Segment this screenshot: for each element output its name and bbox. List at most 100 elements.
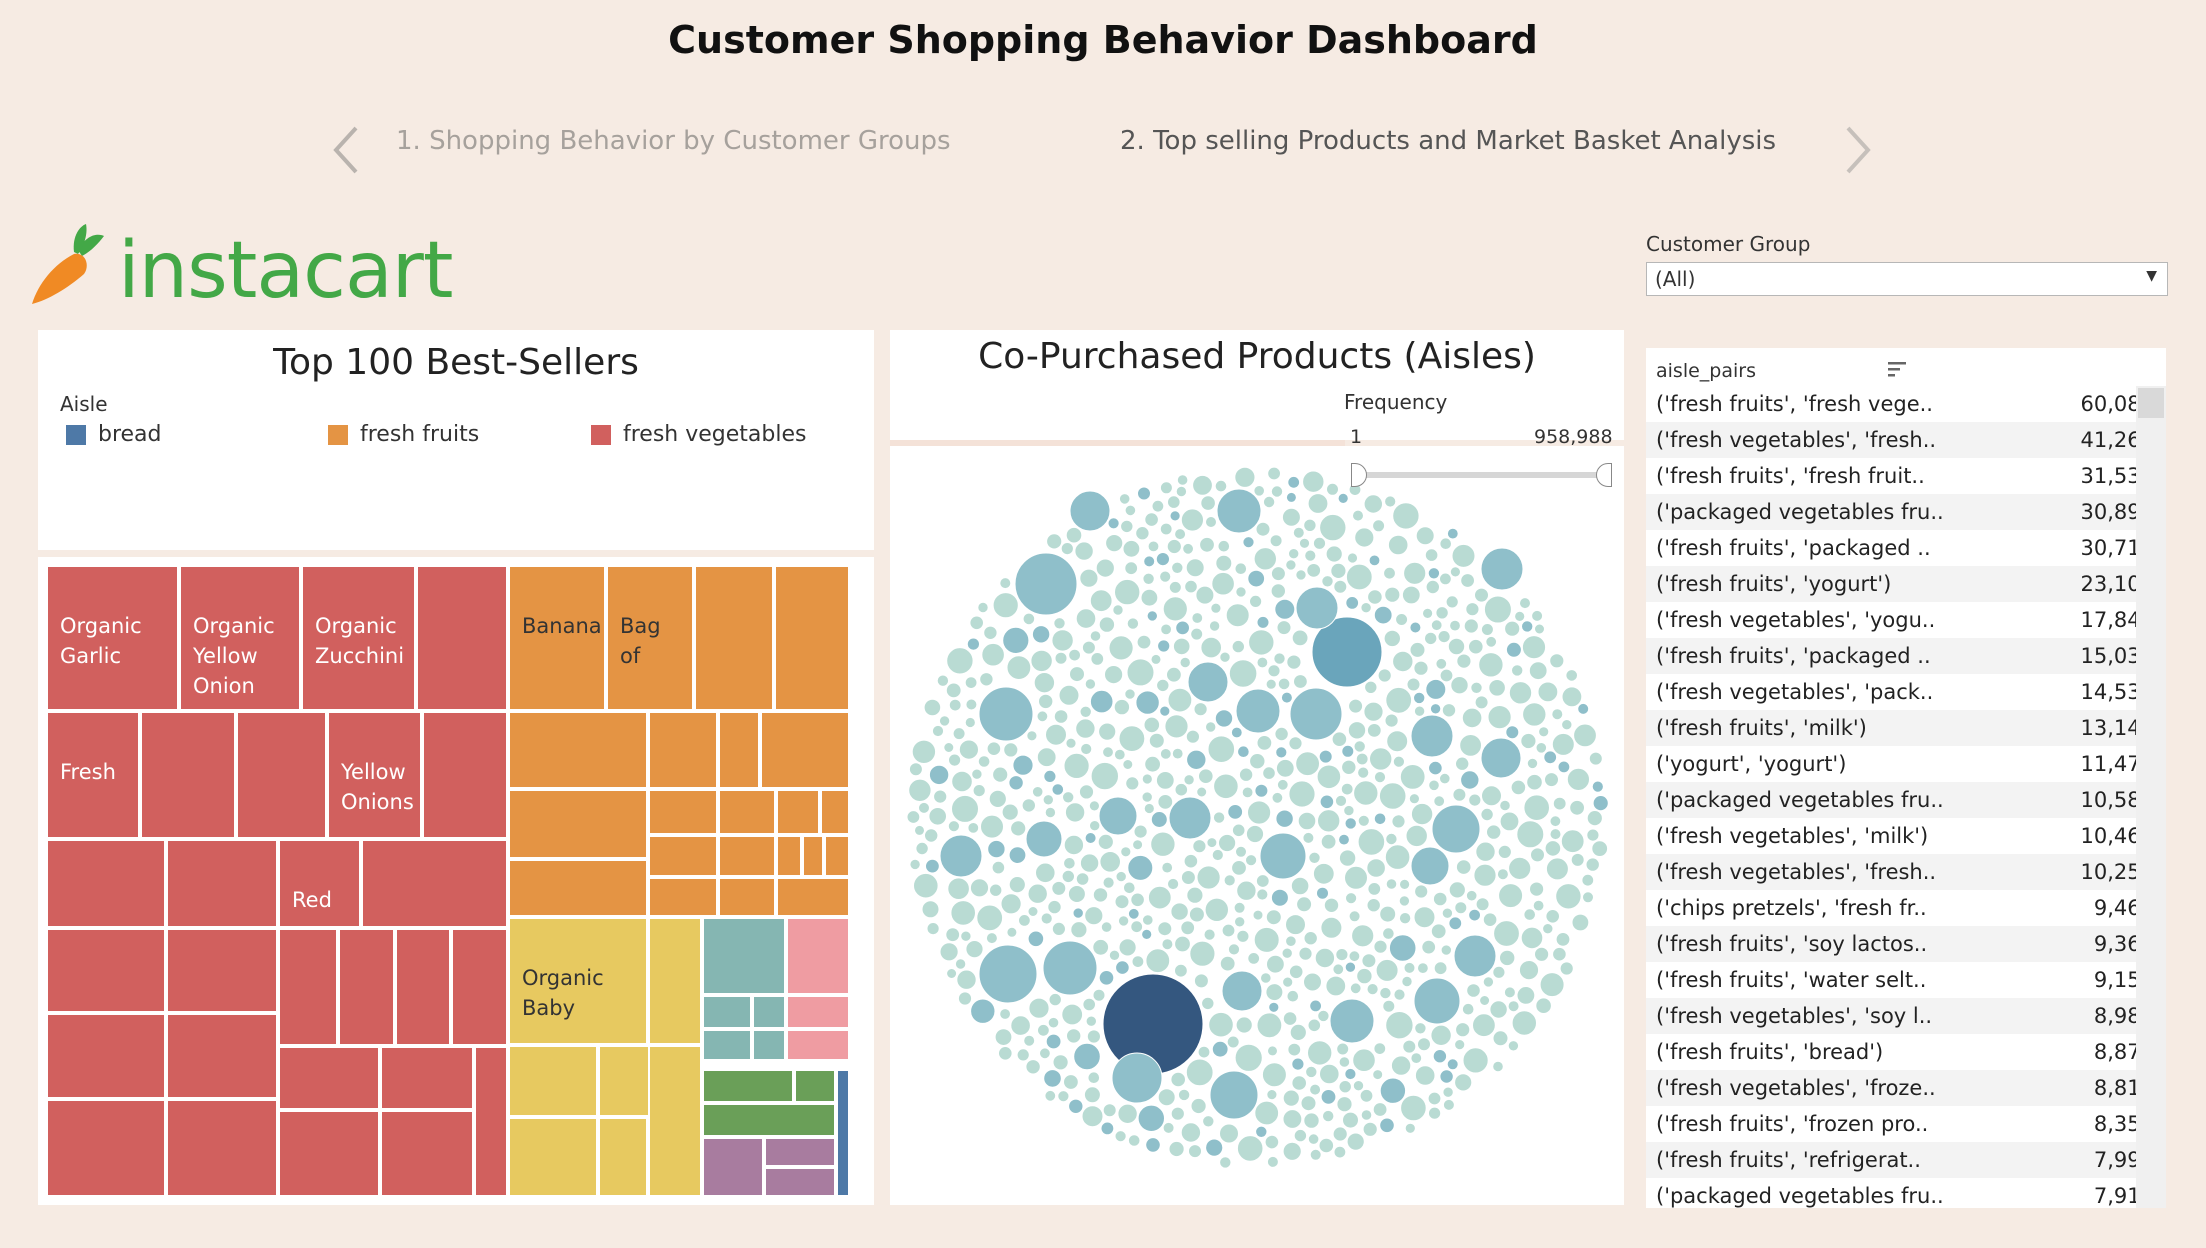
treemap-tile[interactable]: Organic Garlic bbox=[46, 565, 179, 711]
aisle-pair-bubble[interactable] bbox=[1081, 640, 1096, 655]
aisle-pair-bubble[interactable] bbox=[965, 698, 978, 711]
aisle-pair-bubble[interactable] bbox=[1234, 466, 1256, 488]
aisle-pair-bubble[interactable] bbox=[1053, 617, 1066, 630]
aisle-pair-bubble[interactable] bbox=[915, 841, 929, 856]
aisle-pair-bubble[interactable] bbox=[1379, 1077, 1407, 1104]
aisle-pair-bubble[interactable] bbox=[1492, 965, 1506, 979]
aisle-pair-bubble[interactable] bbox=[1247, 952, 1261, 965]
treemap-tile[interactable] bbox=[338, 928, 395, 1046]
aisle-pair-bubble[interactable] bbox=[1387, 534, 1409, 556]
aisle-pair-bubble[interactable] bbox=[1480, 737, 1522, 779]
aisle-pair-bubble[interactable] bbox=[1113, 698, 1131, 716]
aisle-pair-bubble[interactable] bbox=[1432, 891, 1448, 907]
chevron-right-icon[interactable] bbox=[1826, 120, 1886, 180]
aisle-pair-bubble[interactable] bbox=[1122, 539, 1141, 558]
aisle-pair-bubble[interactable] bbox=[1384, 495, 1397, 508]
aisle-pair-bubble[interactable] bbox=[1530, 847, 1545, 863]
aisle-pair-bubble[interactable] bbox=[1235, 586, 1247, 598]
aisle-pair-bubble[interactable] bbox=[1535, 997, 1552, 1015]
aisle-pair-bubble[interactable] bbox=[1442, 1098, 1455, 1111]
table-row[interactable]: ('packaged vegetables fru.. 7,915 bbox=[1646, 1178, 2166, 1208]
aisle-pair-bubble[interactable] bbox=[1332, 1126, 1348, 1142]
aisle-pair-bubble[interactable] bbox=[1148, 732, 1165, 749]
aisle-pair-bubble[interactable] bbox=[1319, 513, 1347, 542]
aisle-pair-bubble[interactable] bbox=[1300, 1095, 1317, 1112]
treemap-tile[interactable] bbox=[718, 877, 776, 917]
aisle-pair-bubble[interactable] bbox=[1369, 747, 1393, 771]
aisle-pair-bubble[interactable] bbox=[1248, 629, 1275, 656]
aisle-pair-bubble[interactable] bbox=[1424, 548, 1439, 562]
aisle-pair-bubble[interactable] bbox=[1529, 881, 1545, 897]
aisle-pair-bubble[interactable] bbox=[1172, 637, 1191, 656]
aisle-pair-bubble[interactable] bbox=[1255, 1125, 1268, 1138]
aisle-pair-bubble[interactable] bbox=[1514, 610, 1526, 622]
aisle-pair-bubble[interactable] bbox=[1392, 755, 1405, 768]
aisle-pair-bubble[interactable] bbox=[1259, 832, 1307, 880]
aisle-pair-bubble[interactable] bbox=[1028, 997, 1050, 1019]
aisle-pair-bubble[interactable] bbox=[1559, 961, 1574, 976]
aisle-pair-bubble[interactable] bbox=[1435, 606, 1449, 620]
sort-icon[interactable] bbox=[1886, 358, 1910, 380]
aisle-pair-bubble[interactable] bbox=[1112, 604, 1124, 616]
aisle-pair-bubble[interactable] bbox=[1205, 721, 1217, 733]
table-row[interactable]: ('fresh fruits', 'soy lactos.. 9,369 bbox=[1646, 926, 2166, 962]
aisle-pair-bubble[interactable] bbox=[1235, 688, 1281, 734]
aisle-pair-bubble[interactable] bbox=[1537, 681, 1559, 703]
aisle-pair-bubble[interactable] bbox=[1141, 791, 1153, 803]
aisle-pair-bubble[interactable] bbox=[1465, 889, 1478, 902]
aisle-pair-bubble[interactable] bbox=[1236, 929, 1250, 943]
aisle-pair-bubble[interactable] bbox=[1210, 602, 1222, 614]
aisle-pair-bubble[interactable] bbox=[1535, 742, 1548, 754]
aisle-pair-bubble[interactable] bbox=[1430, 619, 1443, 632]
aisle-pair-bubble[interactable] bbox=[1174, 963, 1188, 978]
aisle-pair-bubble[interactable] bbox=[1160, 623, 1173, 636]
story-tab-1[interactable]: 1. Shopping Behavior by Customer Groups bbox=[396, 126, 951, 156]
aisle-pair-bubble[interactable] bbox=[1118, 725, 1146, 753]
treemap-tile[interactable] bbox=[508, 1117, 598, 1197]
aisle-pair-bubble[interactable] bbox=[1208, 620, 1221, 632]
aisle-pair-bubble[interactable] bbox=[1488, 679, 1506, 697]
aisle-pair-bubble[interactable] bbox=[1433, 961, 1448, 976]
aisle-pair-bubble[interactable] bbox=[1025, 1059, 1041, 1075]
aisle-pair-bubble[interactable] bbox=[1319, 1063, 1340, 1085]
aisle-pair-bubble[interactable] bbox=[1088, 800, 1100, 812]
treemap-tile[interactable] bbox=[648, 1045, 702, 1197]
aisle-pair-bubble[interactable] bbox=[1066, 1028, 1082, 1044]
aisle-pair-bubble[interactable] bbox=[1177, 1088, 1191, 1102]
aisle-pair-bubble[interactable] bbox=[1329, 998, 1375, 1044]
aisle-pair-bubble[interactable] bbox=[1193, 973, 1209, 989]
aisle-pair-bubble[interactable] bbox=[1403, 561, 1427, 585]
aisle-pair-bubble[interactable] bbox=[1189, 940, 1216, 967]
aisle-pair-bubble[interactable] bbox=[1124, 688, 1136, 700]
aisle-pair-bubble[interactable] bbox=[951, 770, 973, 793]
aisle-pair-bubble[interactable] bbox=[1183, 853, 1199, 869]
aisle-pair-bubble[interactable] bbox=[1270, 485, 1284, 498]
aisle-pair-bubble[interactable] bbox=[1463, 618, 1479, 634]
aisle-pair-bubble[interactable] bbox=[1125, 776, 1140, 791]
aisle-pair-bubble[interactable] bbox=[1307, 1133, 1320, 1145]
aisle-pair-bubble[interactable] bbox=[1428, 779, 1440, 792]
aisle-pair-bubble[interactable] bbox=[1316, 764, 1342, 790]
aisle-pair-bubble[interactable] bbox=[1375, 958, 1399, 982]
aisle-pair-bubble[interactable] bbox=[1474, 587, 1489, 603]
aisle-pair-bubble[interactable] bbox=[1108, 949, 1121, 961]
treemap-tile[interactable] bbox=[451, 928, 508, 1046]
aisle-pair-bubble[interactable] bbox=[1427, 567, 1441, 580]
aisle-pair-bubble[interactable] bbox=[1012, 754, 1034, 776]
aisle-pair-bubble[interactable] bbox=[972, 784, 986, 798]
aisle-pair-bubble[interactable] bbox=[1120, 846, 1132, 858]
aisle-pair-bubble[interactable] bbox=[1124, 561, 1139, 576]
aisle-pair-bubble[interactable] bbox=[1413, 906, 1436, 929]
aisle-pair-bubble[interactable] bbox=[1021, 798, 1037, 813]
aisle-pair-bubble[interactable] bbox=[946, 968, 958, 979]
aisle-pair-bubble[interactable] bbox=[1206, 837, 1218, 849]
aisle-pair-bubble[interactable] bbox=[1359, 1088, 1374, 1103]
treemap-tile[interactable] bbox=[474, 1046, 508, 1197]
aisle-pair-bubble[interactable] bbox=[1507, 1040, 1520, 1052]
treemap-tile[interactable] bbox=[508, 1045, 598, 1117]
aisle-pair-bubble[interactable] bbox=[1051, 880, 1067, 896]
aisle-pair-bubble[interactable] bbox=[1338, 1080, 1352, 1094]
aisle-pair-bubble[interactable] bbox=[1405, 824, 1428, 848]
aisle-pair-bubble[interactable] bbox=[1132, 839, 1144, 851]
aisle-pair-bubble[interactable] bbox=[1343, 804, 1355, 817]
